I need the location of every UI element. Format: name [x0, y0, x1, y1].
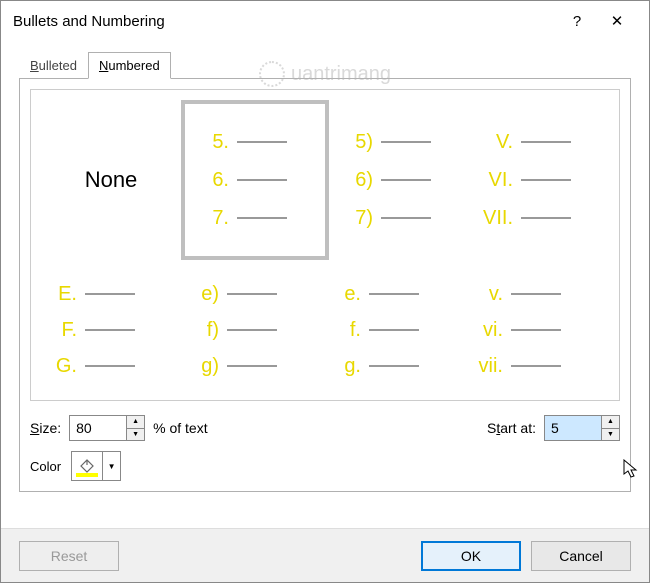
- chevron-down-icon: ▼: [102, 452, 120, 480]
- style-roman-lower[interactable]: v. vi. vii.: [467, 270, 609, 390]
- tab-panel: None 5. 6. 7. 5) 6) 7) V. VI.: [19, 79, 631, 492]
- startat-label: Start at:: [487, 420, 536, 436]
- style-alpha-upper[interactable]: E. F. G.: [41, 270, 183, 390]
- size-input[interactable]: [70, 416, 126, 440]
- dialog-footer: Reset OK Cancel: [1, 528, 649, 582]
- style-alpha-lower-paren[interactable]: e) f) g): [183, 270, 325, 390]
- size-spinner[interactable]: ▲ ▼: [69, 415, 145, 441]
- startat-spinner[interactable]: ▲ ▼: [544, 415, 620, 441]
- style-alpha-lower-period[interactable]: e. f. g.: [325, 270, 467, 390]
- startat-down[interactable]: ▼: [602, 429, 619, 441]
- numbering-gallery: None 5. 6. 7. 5) 6) 7) V. VI.: [30, 89, 620, 401]
- paint-bucket-icon: [72, 452, 102, 480]
- style-roman-upper[interactable]: V. VI. VII.: [469, 100, 609, 260]
- color-picker[interactable]: ▼: [71, 451, 121, 481]
- tab-strip: Bulleted Numbered: [19, 51, 631, 79]
- tab-numbered[interactable]: Numbered: [88, 52, 171, 79]
- dialog-title: Bullets and Numbering: [13, 13, 557, 30]
- color-label: Color: [30, 459, 61, 474]
- reset-button[interactable]: Reset: [19, 541, 119, 571]
- size-suffix: % of text: [153, 420, 207, 436]
- size-label: Size:: [30, 420, 61, 436]
- dialog-window: Bullets and Numbering ? ✕ uantrimang Bul…: [0, 0, 650, 583]
- ok-button[interactable]: OK: [421, 541, 521, 571]
- startat-up[interactable]: ▲: [602, 416, 619, 429]
- startat-input[interactable]: [545, 416, 601, 440]
- titlebar: Bullets and Numbering ? ✕: [1, 1, 649, 41]
- cancel-button[interactable]: Cancel: [531, 541, 631, 571]
- close-button[interactable]: ✕: [597, 12, 637, 30]
- help-button[interactable]: ?: [557, 13, 597, 30]
- style-none[interactable]: None: [41, 100, 181, 260]
- size-up[interactable]: ▲: [127, 416, 144, 429]
- style-arabic-paren[interactable]: 5) 6) 7): [329, 100, 469, 260]
- size-down[interactable]: ▼: [127, 429, 144, 441]
- tab-bulleted[interactable]: Bulleted: [19, 52, 88, 79]
- style-arabic-period[interactable]: 5. 6. 7.: [181, 100, 329, 260]
